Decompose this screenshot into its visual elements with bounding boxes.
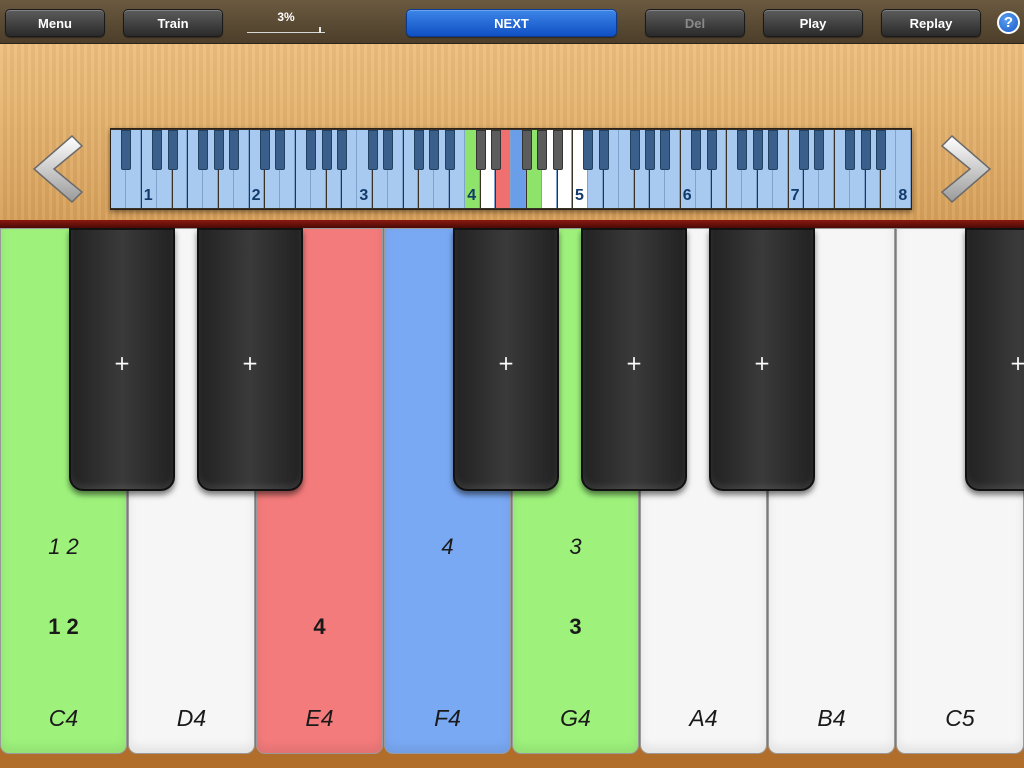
wood-edge [0,220,1024,228]
mini-black-key-cs3[interactable] [367,130,378,170]
mini-black-key-cs2[interactable] [260,130,270,170]
mini-black-key-as3[interactable] [444,130,455,170]
mini-black-key-gs4[interactable] [537,130,548,170]
black-key-cs4[interactable]: + [69,228,175,491]
mini-black-key-cs5[interactable] [583,130,594,170]
add-note-label: + [625,351,643,375]
note-label: F4 [434,705,461,731]
note-label: A4 [689,705,718,731]
mini-keyboard-keys[interactable]: 1 2 3 4 5 6 7 8 [111,129,912,209]
mini-black-key-ds3[interactable] [383,130,394,170]
mini-black-key-as7[interactable] [876,130,886,170]
mini-black-key-gs1[interactable] [213,130,224,170]
play-button[interactable]: Play [763,9,863,37]
mini-black-key-fs2[interactable] [306,130,317,170]
mini-black-key-gs6[interactable] [752,130,763,170]
progress-track [247,32,325,33]
octave-number: 4 [467,187,477,204]
mini-black-key-gs3[interactable] [429,130,440,170]
mini-black-key-as0[interactable] [121,130,132,170]
mini-black-key-fs6[interactable] [737,130,748,170]
help-button[interactable]: ? [997,11,1020,34]
mini-black-key-ds4[interactable] [491,130,501,170]
octave-number: 5 [575,187,584,204]
add-note-label: + [241,351,259,375]
note-label: C4 [48,705,79,731]
finger-hint: 3 [569,534,582,559]
add-note-label: + [497,351,515,375]
mini-black-key-gs7[interactable] [860,130,871,170]
progress-label: 3% [277,10,295,24]
add-note-label: + [753,351,771,375]
replay-button[interactable]: Replay [881,9,981,37]
mini-black-key-cs6[interactable] [691,130,702,170]
next-button[interactable]: NEXT [406,9,617,37]
mini-black-key-cs7[interactable] [799,130,809,170]
mini-black-key-fs4[interactable] [521,130,532,170]
mini-black-key-gs5[interactable] [645,130,655,170]
mini-black-key-fs5[interactable] [629,130,640,170]
toolbar: Menu Train 3% NEXT Del Play Replay ? [0,0,1024,44]
mini-black-key-ds5[interactable] [598,130,609,170]
black-key-as4[interactable]: + [709,228,815,491]
mini-black-key-as6[interactable] [768,130,779,170]
chevron-left-icon[interactable] [28,132,88,206]
mini-black-key-as5[interactable] [660,130,671,170]
keyboard-navigator-panel: 1 2 3 4 5 6 7 8 [0,44,1024,220]
black-key-gs4[interactable]: + [581,228,687,491]
mini-black-key-gs2[interactable] [321,130,332,170]
menu-button[interactable]: Menu [5,9,105,37]
finger-number: 1 2 [48,614,79,639]
chevron-right-icon[interactable] [936,132,996,206]
note-label: B4 [817,705,846,731]
octave-number: 6 [682,187,692,204]
mini-black-key-as1[interactable] [229,130,240,170]
finger-number: 4 [313,614,326,639]
mini-black-key-as4[interactable] [552,130,563,170]
piano-keyboard: 1 2 1 2 C4 D4 4 E4 4 F4 3 3 G4 A4 B4 C5 … [0,228,1024,768]
mini-black-key-fs3[interactable] [414,130,424,170]
mini-black-key-ds7[interactable] [814,130,825,170]
finger-hint: 4 [441,534,454,559]
octave-number: 8 [898,187,908,204]
mini-black-key-cs1[interactable] [152,130,163,170]
octave-number: 1 [143,187,153,204]
mini-black-key-cs4[interactable] [475,130,486,170]
add-note-label: + [1009,351,1024,375]
black-key-cs5[interactable]: + [965,228,1024,491]
mini-black-key-as2[interactable] [337,130,347,170]
black-key-ds4[interactable]: + [197,228,303,491]
note-label: E4 [305,705,334,731]
mini-black-key-fs7[interactable] [845,130,856,170]
train-button[interactable]: Train [123,9,223,37]
mini-black-key-ds6[interactable] [706,130,717,170]
octave-number: 7 [790,187,800,204]
octave-number: 2 [251,187,261,204]
note-label: D4 [176,705,207,731]
del-button[interactable]: Del [645,9,745,37]
finger-hint: 1 2 [48,534,79,559]
mini-black-key-ds2[interactable] [275,130,286,170]
finger-number: 3 [569,614,582,639]
octave-number: 3 [359,187,369,204]
mini-black-key-fs1[interactable] [198,130,209,170]
progress-marker [319,27,321,33]
add-note-label: + [113,351,131,375]
note-label: G4 [560,705,591,731]
black-key-fs4[interactable]: + [453,228,559,491]
mini-keyboard[interactable]: 1 2 3 4 5 6 7 8 [110,128,912,210]
mini-black-key-ds1[interactable] [167,130,178,170]
note-label: C5 [945,705,975,731]
